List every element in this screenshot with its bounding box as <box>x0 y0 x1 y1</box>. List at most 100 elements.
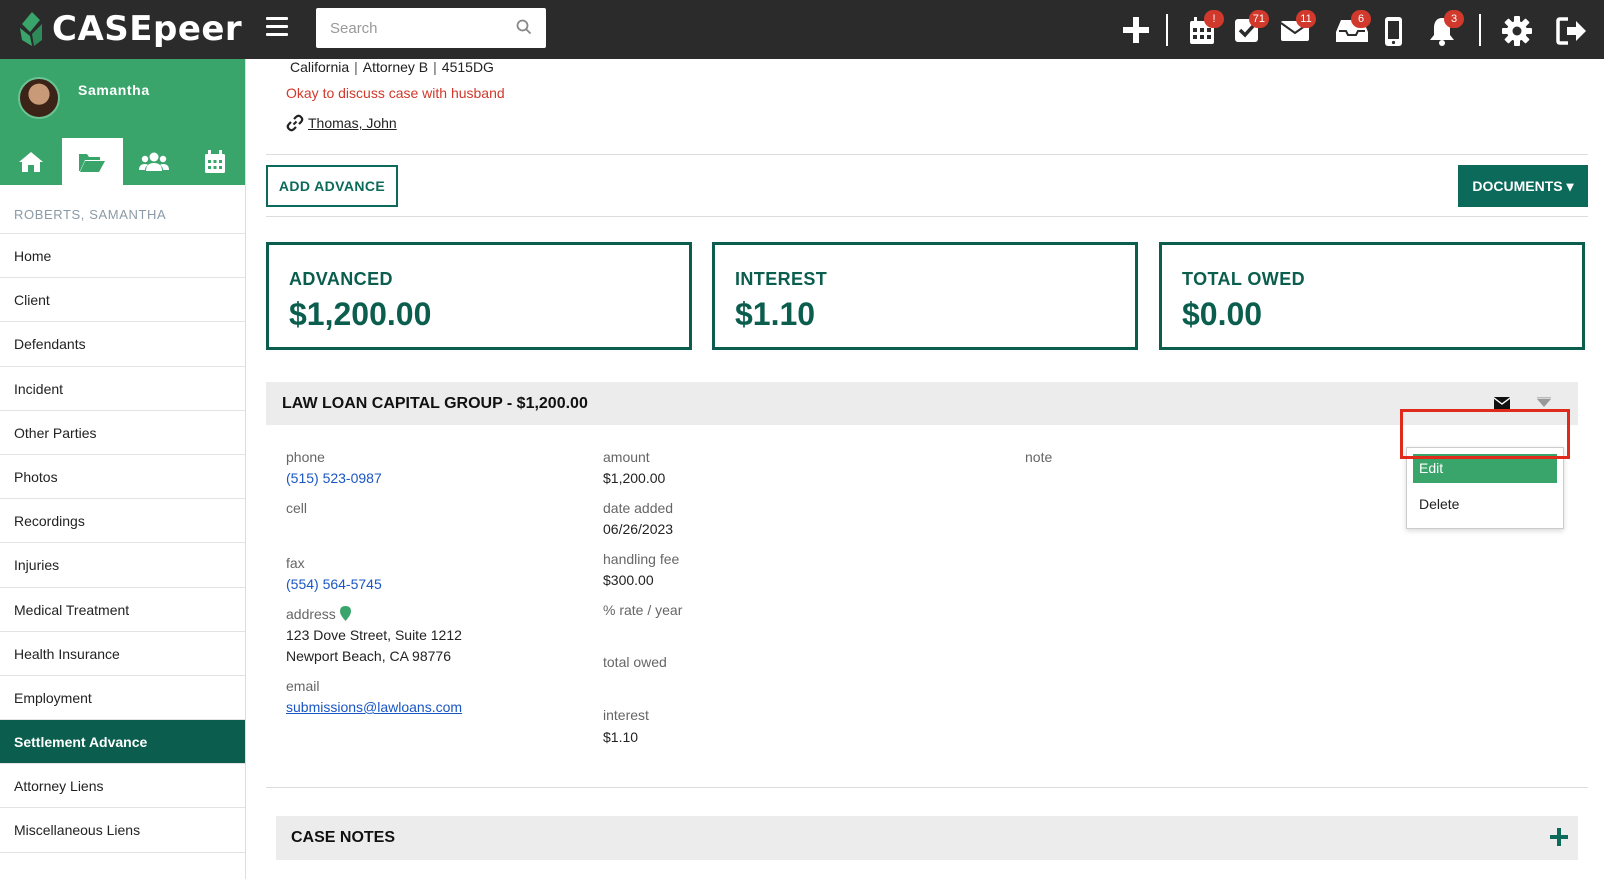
rate-value <box>603 623 903 639</box>
email-link[interactable]: submissions@lawloans.com <box>286 699 586 715</box>
edit-highlight-box <box>1400 409 1570 459</box>
email-label: email <box>286 678 320 694</box>
calendar-badge: ! <box>1204 10 1224 28</box>
notifications-badge: 3 <box>1444 10 1464 28</box>
sidebar-item-miscellaneous-liens[interactable]: Miscellaneous Liens <box>0 808 245 853</box>
mail-button[interactable]: 11 <box>1276 10 1316 48</box>
logout-button[interactable] <box>1552 12 1588 48</box>
lender-actions-menu: Edit Delete <box>1406 447 1564 529</box>
sidebar-item-client[interactable]: Client <box>0 278 245 323</box>
lender-title: LAW LOAN CAPITAL GROUP - $1,200.00 <box>282 395 588 412</box>
total-owed-label: TOTAL OWED <box>1182 269 1305 289</box>
date-added-value: 06/26/2023 <box>603 521 674 537</box>
case-attorney: Attorney B <box>362 59 429 75</box>
interest-field-value: $1.10 <box>603 729 639 745</box>
nav-home-button[interactable] <box>0 138 62 185</box>
map-pin-icon[interactable] <box>339 606 351 621</box>
advanced-label: ADVANCED <box>289 269 393 289</box>
total-owed-stat-card: TOTAL OWED $0.00 <box>1159 242 1585 350</box>
user-panel: Samantha <box>0 59 245 185</box>
caret-down-icon[interactable] <box>1536 397 1552 409</box>
amount-value: $1,200.00 <box>603 470 666 486</box>
sidebar-item-recordings[interactable]: Recordings <box>0 499 245 544</box>
delete-menu-item[interactable]: Delete <box>1419 496 1459 512</box>
add-advance-button[interactable]: ADD ADVANCE <box>266 165 398 207</box>
advanced-stat-card: ADVANCED $1,200.00 <box>266 242 692 350</box>
phone-label: phone <box>286 449 325 465</box>
open-folder-icon <box>79 153 106 172</box>
sidebar-item-other-parties[interactable]: Other Parties <box>0 411 245 455</box>
address-line1: 123 Dove Street, Suite 1212 <box>286 627 462 643</box>
phone-device-icon <box>1385 17 1402 46</box>
main-content: California | Attorney B | 4515DG Okay to dis… <box>266 59 1588 879</box>
client-name-heading: ROBERTS, SAMANTHA <box>0 185 245 234</box>
plus-icon[interactable] <box>1550 828 1568 846</box>
sidebar-menu: Home Client Defendants Incident Other Pa… <box>0 234 245 853</box>
sidebar-item-medical-treatment[interactable]: Medical Treatment <box>0 588 245 632</box>
sidebar-item-settlement-advance[interactable]: Settlement Advance <box>0 720 245 765</box>
nav-contacts-button[interactable] <box>123 138 185 185</box>
divider <box>1166 14 1168 46</box>
sidebar-item-home[interactable]: Home <box>0 234 245 279</box>
avatar[interactable] <box>18 77 60 119</box>
sidebar-item-employment[interactable]: Employment <box>0 676 245 721</box>
total-owed-field-value <box>603 675 903 691</box>
linked-contact: Thomas, John <box>286 114 397 132</box>
mobile-button[interactable] <box>1378 12 1414 48</box>
linked-contact-link[interactable]: Thomas, John <box>308 115 397 131</box>
nav-calendar-button[interactable] <box>185 138 247 185</box>
interest-value: $1.10 <box>735 296 816 332</box>
documents-dropdown-button[interactable]: DOCUMENTS ▾ <box>1458 165 1588 207</box>
divider <box>266 216 1588 217</box>
divider <box>266 154 1588 155</box>
total-owed-value: $0.00 <box>1182 296 1263 332</box>
settings-button[interactable] <box>1498 12 1534 48</box>
menu-toggle-button[interactable] <box>266 17 288 37</box>
contact-column: phone (515) 523-0987 cell fax (554) 564-… <box>286 449 586 715</box>
address-label: address <box>286 606 336 622</box>
search-box <box>316 8 546 48</box>
case-header-info: California | Attorney B | 4515DG <box>290 59 494 75</box>
total-owed-field-label: total owed <box>603 654 667 670</box>
advanced-value: $1,200.00 <box>289 296 432 332</box>
inbox-badge: 6 <box>1351 10 1371 28</box>
inbox-button[interactable]: 6 <box>1331 10 1371 48</box>
amount-column: amount $1,200.00 date added 06/26/2023 h… <box>603 449 903 745</box>
nav-cases-button[interactable] <box>61 138 123 185</box>
sidebar-item-defendants[interactable]: Defendants <box>0 322 245 367</box>
gear-icon <box>1502 16 1532 46</box>
tasks-button[interactable]: 71 <box>1229 10 1269 48</box>
note-column: note <box>1025 449 1052 465</box>
case-notes-title: CASE NOTES <box>291 829 396 846</box>
search-icon[interactable] <box>516 19 532 35</box>
add-new-button[interactable] <box>1118 12 1154 48</box>
home-icon <box>18 151 43 172</box>
date-added-label: date added <box>603 500 674 516</box>
app-logo[interactable]: CASEpeer <box>18 8 242 50</box>
divider <box>1479 14 1481 46</box>
case-state: California <box>290 59 350 75</box>
note-label: note <box>1025 449 1053 465</box>
sidebar-item-photos[interactable]: Photos <box>0 455 245 500</box>
logo-leaf-icon <box>20 12 42 46</box>
sidebar-item-incident[interactable]: Incident <box>0 367 245 411</box>
sidebar: Samantha ROBERTS, SAMANTHA Home Client D… <box>0 59 246 879</box>
sidebar-item-health-insurance[interactable]: Health Insurance <box>0 632 245 676</box>
phone-value[interactable]: (515) 523-0987 <box>286 470 586 486</box>
notifications-button[interactable]: 3 <box>1424 10 1464 48</box>
interest-stat-card: INTEREST $1.10 <box>712 242 1138 350</box>
sidebar-item-injuries[interactable]: Injuries <box>0 543 245 588</box>
mail-badge: 11 <box>1296 10 1316 28</box>
calendar-icon <box>205 149 226 173</box>
interest-label: INTEREST <box>735 269 828 289</box>
fax-value[interactable]: (554) 564-5745 <box>286 576 586 592</box>
search-input[interactable] <box>316 8 506 48</box>
case-notes-header: CASE NOTES <box>276 816 1578 860</box>
interest-field-label: interest <box>603 707 649 723</box>
logo-text: CASEpeer <box>52 9 243 49</box>
tasks-badge: 71 <box>1248 10 1269 28</box>
handling-fee-label: handling fee <box>603 551 680 567</box>
cell-value <box>286 521 586 537</box>
calendar-button[interactable]: ! <box>1184 10 1224 48</box>
sidebar-item-attorney-liens[interactable]: Attorney Liens <box>0 764 245 809</box>
